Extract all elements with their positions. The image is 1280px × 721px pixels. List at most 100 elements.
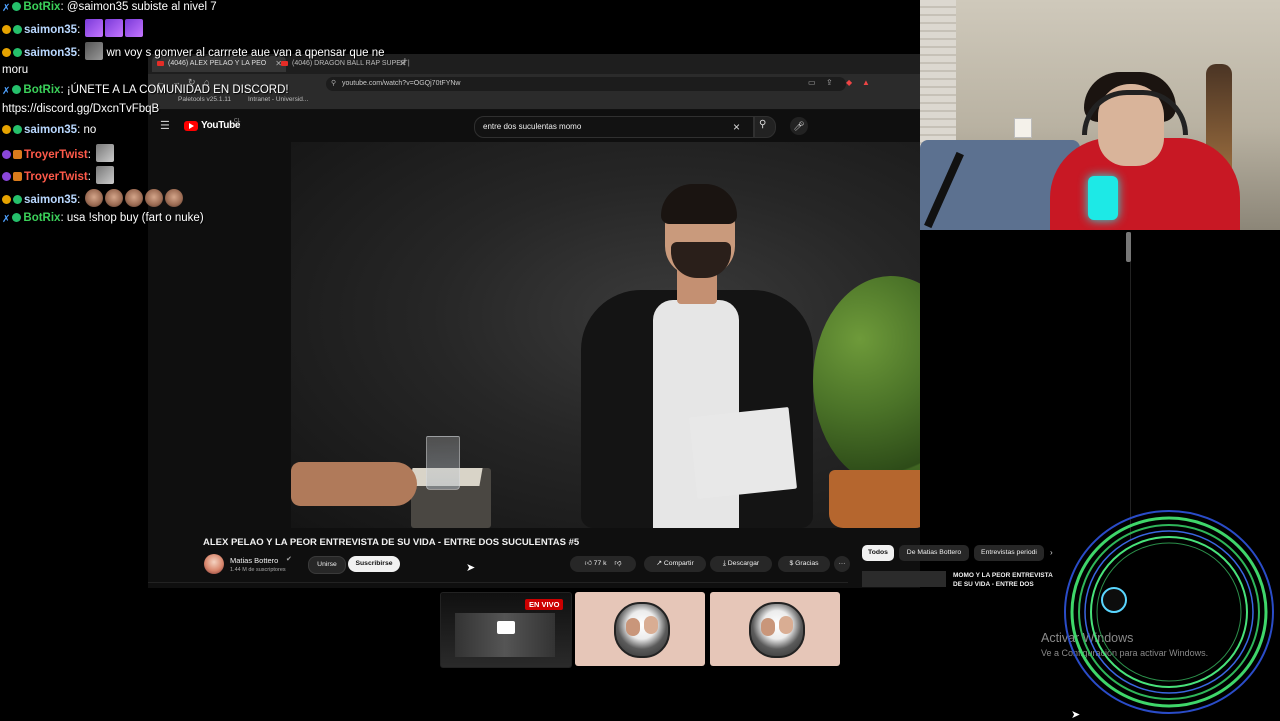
green-badge-icon — [12, 213, 22, 222]
thanks-button[interactable]: $ Gracias — [778, 556, 830, 572]
guest-hand — [291, 462, 417, 506]
chat-username[interactable]: saimon35 — [24, 124, 77, 136]
chat-emote — [85, 189, 104, 207]
chat-emote — [85, 19, 104, 37]
more-actions-button[interactable]: ··· — [834, 556, 850, 572]
download-button[interactable]: ⤓ Descargar — [710, 556, 772, 572]
bot-badge-icon: ✗ — [2, 214, 11, 225]
live-thumbnail[interactable]: EN VIVO — [440, 592, 572, 668]
face — [761, 618, 775, 636]
share-page-icon[interactable]: ⇪ — [826, 78, 833, 87]
channel-name[interactable]: Matias Bottero — [230, 556, 278, 565]
glowing-cup — [1088, 176, 1118, 220]
mouse-cursor-icon: ➤ — [466, 562, 476, 574]
chip-all[interactable]: Todos — [862, 545, 894, 561]
chat-emote — [96, 144, 115, 162]
orange-badge-icon — [13, 172, 22, 181]
chat-text: ¡ÚNETE A LA COMUNIDAD EN DISCORD! — [66, 84, 289, 96]
channel-avatar[interactable] — [204, 554, 224, 574]
youtube-header: ☰ YouTube CL entre dos suculentas momo ×… — [148, 110, 920, 142]
chat-message: saimon35: no — [2, 123, 96, 137]
search-value: entre dos suculentas momo — [483, 122, 582, 131]
live-preview — [455, 613, 555, 657]
join-button[interactable]: Unirse — [308, 556, 346, 574]
clear-search-icon[interactable]: × — [733, 117, 740, 137]
chat-message: saimon35: — [2, 189, 184, 207]
chat-message: saimon35: — [2, 19, 144, 37]
chat-message: TroyerTwist: — [2, 144, 115, 162]
chat-text: moru — [2, 64, 29, 76]
site-info-icon[interactable]: ⚲ — [331, 77, 336, 91]
chat-username[interactable]: TroyerTwist — [24, 149, 88, 161]
chip-interviews[interactable]: Entrevistas periodi — [974, 545, 1044, 561]
youtube-favicon-icon — [281, 61, 288, 66]
plant-pot — [829, 470, 920, 528]
water-glass — [426, 436, 460, 490]
search-button[interactable]: ⚲ — [754, 116, 776, 138]
download-label: Descargar — [727, 560, 760, 567]
chat-separator: : — [87, 149, 95, 161]
chat-username[interactable]: BotRix — [23, 212, 60, 224]
url-text: youtube.com/watch?v=OGQj70tFYNw — [342, 80, 461, 87]
chat-username[interactable]: BotRix — [23, 84, 60, 96]
voice-search-icon[interactable]: 🎤︎ — [790, 117, 808, 135]
green-badge-icon — [13, 48, 22, 57]
video-player[interactable] — [291, 142, 920, 528]
chat-emote — [125, 19, 144, 37]
share-icon: ↗ — [656, 560, 662, 567]
chat-username[interactable]: TroyerTwist — [24, 171, 88, 183]
green-badge-icon — [13, 25, 22, 34]
screen-icon — [497, 621, 515, 634]
green-badge-icon — [13, 125, 22, 134]
chat-separator: : — [77, 24, 84, 36]
recommended-title[interactable]: MOMO Y LA PEOR ENTREVISTA DE SU VIDA - E… — [953, 571, 1061, 587]
download-icon: ⤓ — [722, 560, 726, 567]
thumbnail-duo-2[interactable] — [710, 592, 840, 666]
tab-label: (4046) DRAGON BALL RAP SUPER | — [292, 60, 410, 67]
menu-icon[interactable]: ☰ — [160, 119, 170, 132]
thumbs-down-icon[interactable]: 👎︎ — [614, 560, 621, 567]
like-button[interactable]: 👍︎ 77 k 👎︎ — [570, 556, 636, 572]
purple-badge-icon — [2, 150, 11, 159]
new-tab-button[interactable]: + — [402, 56, 408, 67]
chat-username[interactable]: saimon35 — [24, 194, 77, 206]
tab-label: (4046) ALEX PELAO Y LA PEO — [168, 60, 267, 67]
chat-username[interactable]: saimon35 — [24, 47, 77, 59]
chat-emote — [105, 19, 124, 37]
purple-badge-icon — [2, 172, 11, 181]
chat-message: TroyerTwist: — [2, 166, 115, 184]
chat-text: wn voy s gomver al carrrete aue van a qp… — [106, 47, 385, 59]
search-input[interactable]: entre dos suculentas momo × — [474, 116, 754, 138]
gold-badge-icon — [2, 25, 11, 34]
extension-icon[interactable]: ◆ — [846, 78, 852, 87]
chat-username[interactable]: saimon35 — [24, 24, 77, 36]
gold-badge-icon — [2, 195, 11, 204]
chat-emote — [125, 189, 144, 207]
thumbnail-duo-1[interactable] — [575, 592, 705, 666]
scroll-track — [1130, 232, 1131, 540]
chat-message: ✗ BotRix: @saimon35 subiste al nivel 7 — [2, 0, 217, 16]
face — [779, 616, 793, 634]
chat-message: ✗ BotRix: ¡ÚNETE A LA COMUNIDAD EN DISCOR… — [2, 83, 289, 99]
chat-username[interactable]: BotRix — [23, 1, 60, 13]
face — [644, 616, 658, 634]
mouse-cursor-icon: ➤ — [1071, 709, 1081, 721]
address-bar[interactable]: ⚲ youtube.com/watch?v=OGQj70tFYNw — [326, 77, 846, 91]
host-papers — [688, 406, 798, 500]
chat-text: usa !shop buy (fart o nuke) — [66, 212, 204, 224]
chat-separator: : — [77, 47, 84, 59]
scrollbar-thumb[interactable] — [1126, 232, 1131, 262]
like-count: 77 k — [593, 560, 607, 567]
recommended-thumbnail[interactable] — [862, 571, 946, 587]
chat-text: @saimon35 subiste al nivel 7 — [66, 1, 217, 13]
cast-icon[interactable]: ▭ — [808, 78, 816, 87]
chip-from-channel[interactable]: De Matias Bottero — [899, 545, 969, 561]
verified-icon: ✔ — [286, 556, 292, 563]
share-button[interactable]: ↗ Compartir — [644, 556, 706, 572]
chevron-right-icon[interactable]: › — [1050, 545, 1053, 561]
ring-orb — [1101, 587, 1127, 613]
ring-3 — [1078, 524, 1260, 700]
profile-icon[interactable]: ▲ — [862, 78, 870, 87]
chat-separator: : — [77, 194, 84, 206]
subscribe-button[interactable]: Suscribirse — [348, 556, 400, 572]
